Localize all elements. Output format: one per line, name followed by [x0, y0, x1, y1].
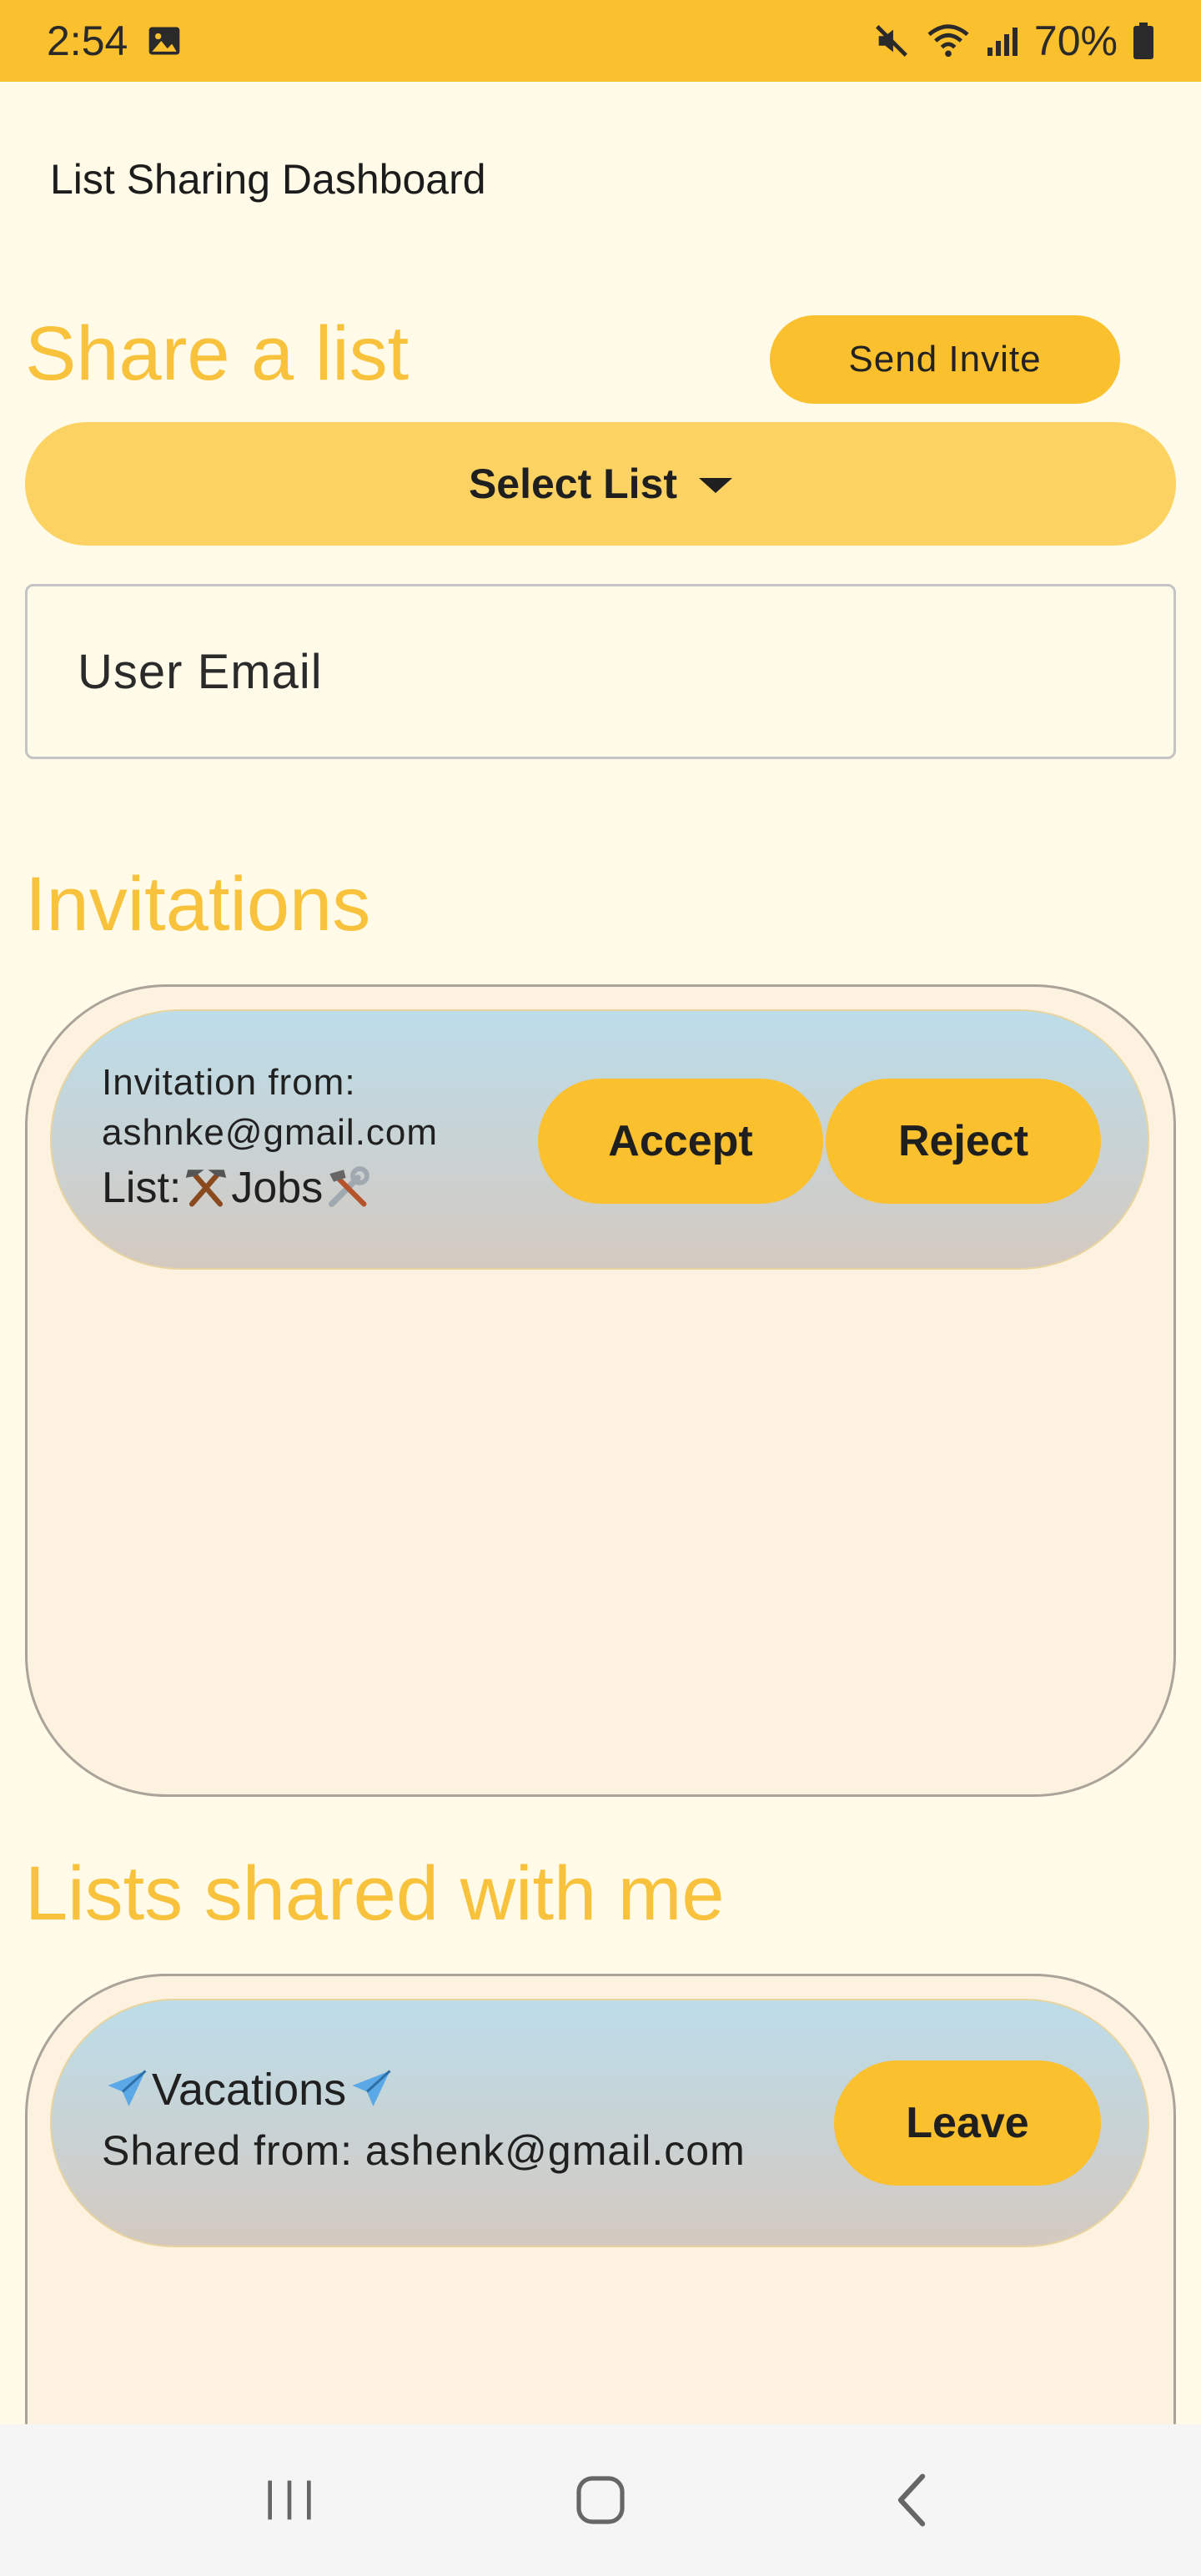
shared-list-details: Vacations Shared from: ashenk@gmail.com: [102, 2059, 746, 2181]
hammer-pick-icon: [181, 1163, 231, 1213]
status-time: 2:54: [47, 18, 128, 64]
hammer-wrench-icon: [323, 1163, 373, 1213]
signal-icon: [986, 24, 1019, 58]
user-email-placeholder: User Email: [78, 644, 323, 699]
send-invite-button[interactable]: Send Invite: [770, 315, 1120, 404]
invitation-list-prefix: List:: [102, 1164, 182, 1212]
status-right: 70%: [872, 17, 1154, 65]
share-list-heading: Share a list: [25, 311, 410, 396]
wifi-icon: [926, 22, 971, 60]
mute-icon: [872, 22, 911, 60]
invitation-from-label: Invitation from:: [102, 1062, 356, 1103]
chevron-down-icon: [699, 478, 733, 493]
battery-icon: [1133, 23, 1154, 59]
status-bar: 2:54 70%: [0, 0, 1201, 82]
invitation-from-email: ashnke@gmail.com: [102, 1112, 439, 1153]
reject-button[interactable]: Reject: [826, 1079, 1101, 1204]
shared-list-name: Vacations: [152, 2065, 347, 2115]
back-icon[interactable]: [862, 2450, 962, 2550]
battery-percent: 70%: [1033, 18, 1118, 64]
shared-lists-heading: Lists shared with me: [25, 1851, 725, 1936]
user-email-field[interactable]: User Email: [25, 584, 1176, 759]
airplane-icon: [346, 2065, 396, 2115]
select-list-dropdown[interactable]: Select List: [25, 422, 1176, 546]
select-list-label: Select List: [468, 460, 678, 507]
app-title: List Sharing Dashboard: [50, 156, 486, 203]
invitation-details: Invitation from: ashnke@gmail.com List: …: [102, 1058, 438, 1218]
invitations-heading: Invitations: [25, 862, 371, 947]
leave-button[interactable]: Leave: [834, 2060, 1101, 2186]
shared-list-title: Vacations: [102, 2059, 746, 2121]
invitation-list-name: List: Jobs: [102, 1158, 438, 1218]
airplane-icon: [102, 2065, 152, 2115]
recent-apps-icon[interactable]: [239, 2450, 339, 2550]
gallery-icon: [146, 23, 183, 59]
invitation-list-text: Jobs: [231, 1164, 324, 1212]
home-icon[interactable]: [550, 2450, 651, 2550]
status-left: 2:54: [47, 17, 183, 65]
accept-button[interactable]: Accept: [538, 1079, 823, 1204]
system-nav-bar: [0, 2424, 1201, 2576]
shared-from-text: Shared from: ashenk@gmail.com: [102, 2127, 746, 2174]
